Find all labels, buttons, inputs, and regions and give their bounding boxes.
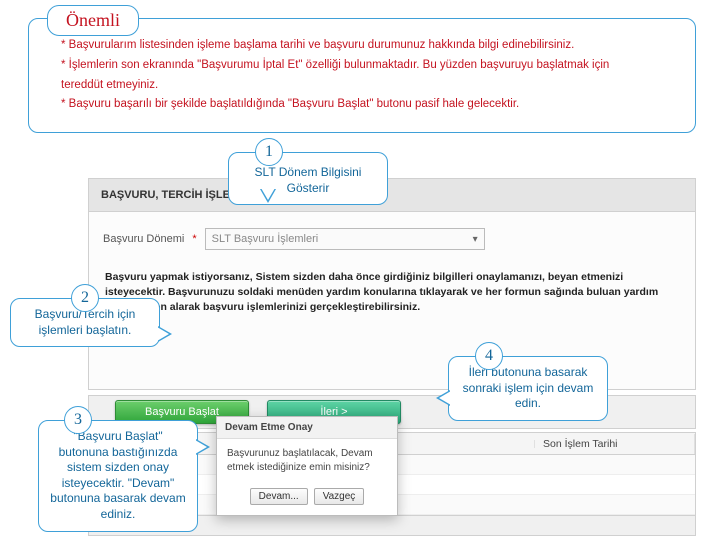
grid-col-c: Son İşlem Tarihi (535, 434, 695, 454)
callout-3-tail-fill (195, 440, 207, 454)
chevron-down-icon: ▾ (473, 234, 478, 245)
period-label: Başvuru Dönemi (103, 233, 184, 245)
callout-1: 1 SLT Dönem Bilgisini Gösterir (228, 152, 388, 205)
dialog-actions: Devam... Vazgeç (217, 482, 397, 515)
dialog-title: Devam Etme Onay (217, 417, 397, 439)
important-line-2: * İşlemlerin son ekranında "Başvurumu İp… (61, 57, 673, 75)
period-select-value: SLT Başvuru İşlemleri (212, 233, 319, 245)
panel-info-text: Başvuru yapmak istiyorsanız, Sistem sizd… (103, 270, 681, 316)
callout-4: 4 İleri butonuna basarak sonraki işlem i… (448, 356, 608, 421)
important-box: Önemli * Başvurularım listesinden işleme… (28, 18, 696, 133)
callout-2: 2 Başvuru/Tercih için işlemleri başlatın… (10, 298, 160, 347)
important-line-3: * Başvuru başarılı bir şekilde başlatıld… (61, 96, 673, 114)
dialog-body: Başvurunuz başlatılacak, Devam etmek ist… (217, 439, 397, 482)
period-select[interactable]: SLT Başvuru İşlemleri ▾ (205, 228, 485, 250)
confirm-dialog: Devam Etme Onay Başvurunuz başlatılacak,… (216, 416, 398, 516)
required-marker: * (192, 233, 196, 245)
important-line-2b: tereddüt etmeyiniz. (61, 77, 673, 95)
callout-2-number: 2 (71, 284, 99, 312)
panel-title: BAŞVURU, TERCİH İŞLEMLERİ (89, 179, 695, 212)
callout-2-tail-fill (157, 327, 169, 341)
callout-4-tail-fill (439, 391, 451, 405)
dialog-continue-button[interactable]: Devam... (250, 488, 308, 505)
dialog-cancel-button[interactable]: Vazgeç (314, 488, 365, 505)
callout-3-text: "Başvuru Başlat" butonuna bastığınızda s… (50, 429, 185, 521)
callout-3: 3 "Başvuru Başlat" butonuna bastığınızda… (38, 420, 198, 532)
callout-1-number: 1 (255, 138, 283, 166)
callout-4-number: 4 (475, 342, 503, 370)
callout-1-tail-fill (261, 188, 275, 200)
callout-3-number: 3 (64, 406, 92, 434)
period-form-row: Başvuru Dönemi * SLT Başvuru İşlemleri ▾ (103, 228, 681, 250)
important-label: Önemli (47, 5, 139, 36)
important-line-1: * Başvurularım listesinden işleme başlam… (61, 37, 673, 55)
callout-4-text: İleri butonuna basarak sonraki işlem içi… (463, 365, 594, 410)
